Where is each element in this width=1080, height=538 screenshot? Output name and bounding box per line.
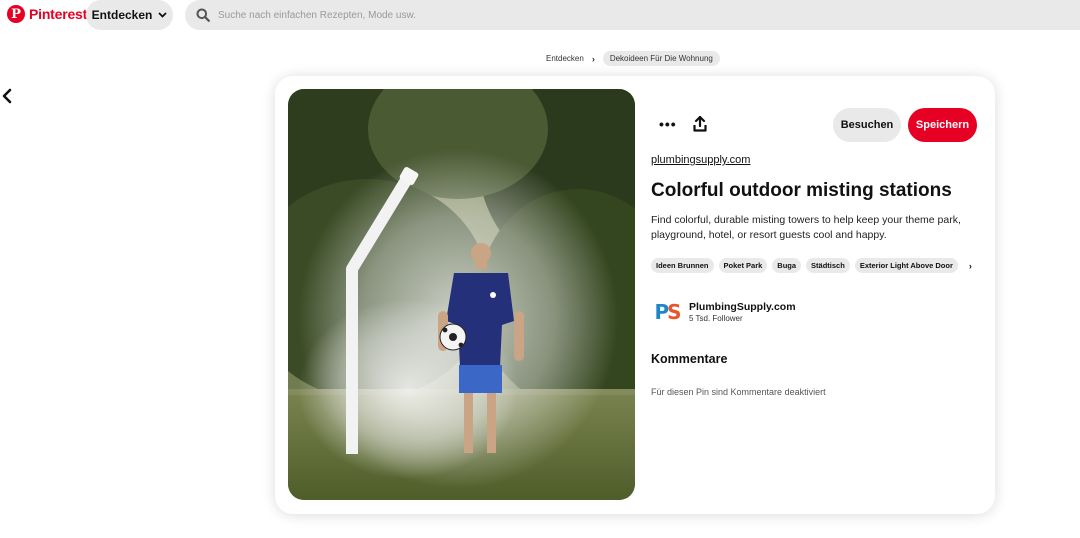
avatar[interactable]: PS (651, 298, 683, 326)
tag-pill[interactable]: Ideen Brunnen (651, 258, 714, 273)
top-nav: P Pinterest Entdecken (0, 0, 1080, 30)
brand-name: Pinterest (29, 6, 88, 22)
breadcrumb: Entdecken › Dekoideen Für Die Wohnung (546, 51, 720, 66)
visit-button[interactable]: Besuchen (833, 108, 901, 142)
pinterest-logo-icon: P (7, 5, 25, 23)
chevron-right-icon[interactable]: › (969, 261, 972, 271)
comments-heading: Kommentare (651, 352, 728, 366)
comments-disabled-note: Für diesen Pin sind Kommentare deaktivie… (651, 387, 826, 397)
search-icon (196, 8, 210, 22)
creator-info[interactable]: PS PlumbingSupply.com 5 Tsd. Follower (651, 298, 796, 326)
pin-description: Find colorful, durable misting towers to… (651, 214, 961, 242)
search-bar[interactable] (185, 0, 1080, 30)
pin-title: Colorful outdoor misting stations (651, 180, 952, 201)
follower-count: 5 Tsd. Follower (689, 314, 743, 323)
creator-name[interactable]: PlumbingSupply.com (689, 301, 796, 313)
search-input[interactable] (216, 8, 1020, 22)
tag-list: Ideen Brunnen Poket Park Buga Städtisch … (651, 258, 972, 273)
tag-pill[interactable]: Poket Park (718, 258, 768, 273)
breadcrumb-item-current[interactable]: Dekoideen Für Die Wohnung (602, 51, 720, 66)
pinterest-logo[interactable]: P Pinterest (7, 5, 87, 23)
tag-pill[interactable]: Städtisch (806, 258, 850, 273)
chevron-down-icon (158, 10, 167, 21)
source-link[interactable]: plumbingsupply.com (651, 154, 750, 166)
explore-label: Entdecken (91, 8, 153, 22)
more-icon[interactable]: ••• (659, 117, 677, 131)
tag-pill[interactable]: Exterior Light Above Door (854, 258, 958, 273)
pin-image[interactable] (288, 89, 635, 500)
explore-dropdown-button[interactable]: Entdecken (86, 0, 173, 30)
chevron-left-icon[interactable] (0, 86, 16, 106)
save-button[interactable]: Speichern (908, 108, 977, 142)
breadcrumb-chevron-icon: › (591, 53, 595, 64)
share-icon[interactable] (693, 116, 707, 132)
pin-actions: ••• (659, 116, 707, 132)
tag-pill[interactable]: Buga (772, 258, 802, 273)
breadcrumb-item-entdecken[interactable]: Entdecken (546, 54, 584, 63)
pin-card: ••• Besuchen Speichern plumbingsupply.co… (275, 76, 995, 514)
